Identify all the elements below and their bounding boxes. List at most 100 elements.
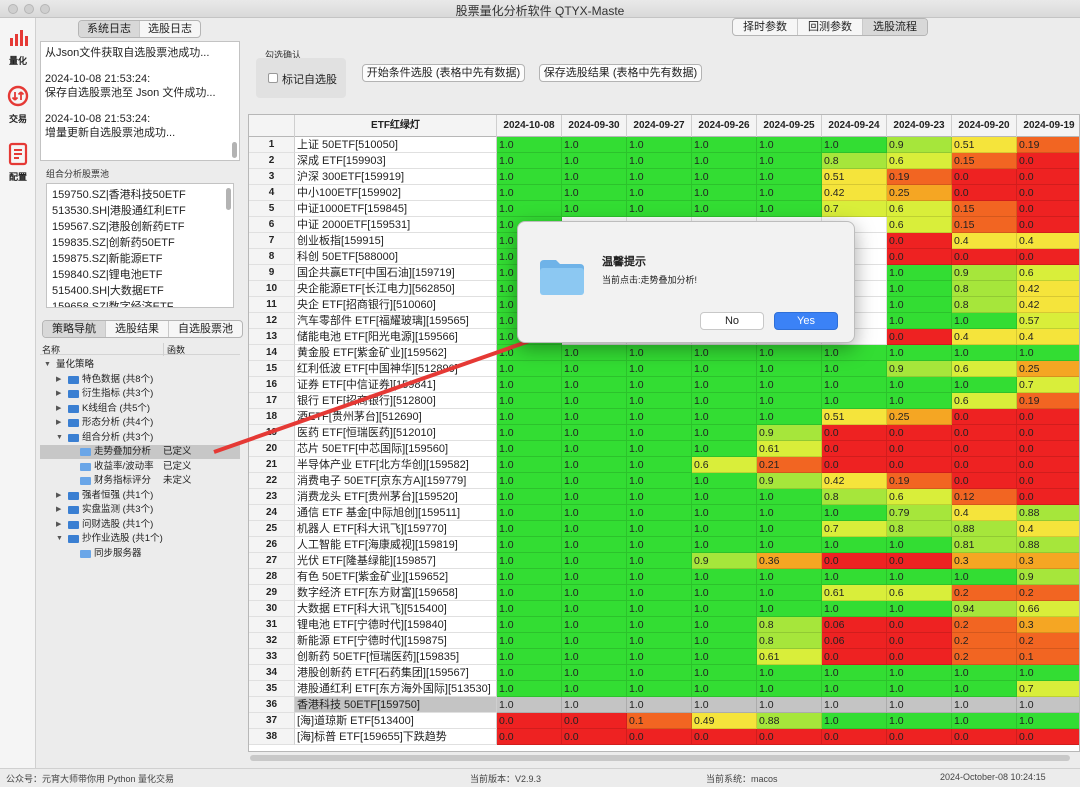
signal-cell[interactable]: 0.0	[1017, 729, 1079, 745]
signal-cell[interactable]: 1.0	[627, 665, 692, 681]
signal-cell[interactable]: 0.6	[887, 489, 952, 505]
signal-cell[interactable]: 1.0	[562, 681, 627, 697]
etf-name-cell[interactable]: 国企共赢ETF[中国石油][159719]	[295, 265, 497, 281]
signal-cell[interactable]: 1.0	[757, 201, 822, 217]
tree-node[interactable]: ▶ 形态分析 (共4个)	[40, 416, 240, 430]
signal-cell[interactable]: 1.0	[627, 153, 692, 169]
signal-cell[interactable]: 1.0	[562, 697, 627, 713]
row-number[interactable]: 12	[249, 313, 295, 329]
signal-cell[interactable]: 1.0	[497, 169, 562, 185]
etf-name-cell[interactable]: 上证 50ETF[510050]	[295, 137, 497, 153]
row-number[interactable]: 13	[249, 329, 295, 345]
signal-cell[interactable]: 0.9	[757, 473, 822, 489]
signal-cell[interactable]: 1.0	[757, 505, 822, 521]
signal-cell[interactable]: 1.0	[627, 425, 692, 441]
signal-cell[interactable]: 1.0	[692, 649, 757, 665]
signal-cell[interactable]: 1.0	[497, 601, 562, 617]
table-row[interactable]: 25 机器人 ETF[科大讯飞][159770] 1.0 1.0 1.0 1.0 1.0 0.…	[249, 521, 1079, 537]
signal-cell[interactable]: 1.0	[562, 137, 627, 153]
signal-cell[interactable]: 1.0	[887, 281, 952, 297]
etf-name-cell[interactable]: 储能电池 ETF[阳光电源][159566]	[295, 329, 497, 345]
tab-select-flow[interactable]: 选股流程	[863, 19, 927, 35]
mark-watchlist-label[interactable]: 标记自选股	[282, 71, 337, 87]
signal-cell[interactable]: 1.0	[1017, 697, 1079, 713]
signal-cell[interactable]: 1.0	[562, 153, 627, 169]
signal-cell[interactable]: 1.0	[692, 425, 757, 441]
signal-cell[interactable]: 1.0	[497, 137, 562, 153]
signal-cell[interactable]: 1.0	[822, 377, 887, 393]
signal-cell[interactable]: 0.12	[952, 489, 1017, 505]
table-row[interactable]: 23 消费龙头 ETF[贵州茅台][159520] 1.0 1.0 1.0 1.0 1.0 0…	[249, 489, 1079, 505]
signal-cell[interactable]: 0.0	[952, 169, 1017, 185]
signal-cell[interactable]: 1.0	[497, 345, 562, 361]
signal-cell[interactable]: 0.81	[952, 537, 1017, 553]
signal-cell[interactable]: 0.0	[887, 425, 952, 441]
nav-config[interactable]: 配置	[0, 142, 36, 183]
signal-cell[interactable]: 0.2	[1017, 633, 1079, 649]
signal-cell[interactable]: 0.1	[1017, 649, 1079, 665]
signal-cell[interactable]: 1.0	[497, 425, 562, 441]
table-row[interactable]: 1 上证 50ETF[510050] 1.0 1.0 1.0 1.0 1.0 1.0 0.9 0.…	[249, 137, 1079, 153]
signal-cell[interactable]: 0.0	[1017, 457, 1079, 473]
signal-cell[interactable]: 1.0	[562, 489, 627, 505]
signal-cell[interactable]: 0.9	[757, 425, 822, 441]
etf-name-cell[interactable]: 银行 ETF[招商银行][512800]	[295, 393, 497, 409]
signal-cell[interactable]: 0.6	[887, 217, 952, 233]
signal-cell[interactable]: 1.0	[562, 377, 627, 393]
signal-cell[interactable]: 0.61	[822, 585, 887, 601]
signal-cell[interactable]: 0.0	[887, 633, 952, 649]
row-number[interactable]: 31	[249, 617, 295, 633]
signal-cell[interactable]: 1.0	[887, 601, 952, 617]
row-number[interactable]: 16	[249, 377, 295, 393]
chevron-down-icon[interactable]: ▼	[56, 532, 63, 546]
signal-cell[interactable]: 1.0	[627, 521, 692, 537]
signal-cell[interactable]: 0.0	[1017, 217, 1079, 233]
signal-cell[interactable]: 1.0	[822, 137, 887, 153]
signal-cell[interactable]: 1.0	[822, 537, 887, 553]
etf-name-cell[interactable]: 酒ETF[贵州茅台][512690]	[295, 409, 497, 425]
signal-cell[interactable]: 0.06	[822, 617, 887, 633]
signal-cell[interactable]: 1.0	[952, 713, 1017, 729]
signal-cell[interactable]: 0.42	[822, 185, 887, 201]
signal-cell[interactable]: 1.0	[562, 601, 627, 617]
signal-cell[interactable]: 0.0	[497, 713, 562, 729]
signal-cell[interactable]: 1.0	[562, 569, 627, 585]
table-row[interactable]: 15 红利低波 ETF[中国神华][512890] 1.0 1.0 1.0 1.0 1.0 1…	[249, 361, 1079, 377]
signal-cell[interactable]: 1.0	[627, 697, 692, 713]
signal-cell[interactable]: 1.0	[757, 585, 822, 601]
signal-cell[interactable]: 0.4	[952, 329, 1017, 345]
signal-cell[interactable]: 0.0	[627, 729, 692, 745]
signal-cell[interactable]: 0.8	[822, 153, 887, 169]
signal-cell[interactable]: 1.0	[562, 441, 627, 457]
log-scrollbar[interactable]	[232, 142, 237, 158]
row-number[interactable]: 24	[249, 505, 295, 521]
signal-cell[interactable]: 0.0	[562, 713, 627, 729]
etf-name-cell[interactable]: 汽车零部件 ETF[福耀玻璃][159565]	[295, 313, 497, 329]
signal-cell[interactable]: 0.0	[887, 329, 952, 345]
signal-cell[interactable]: 0.0	[1017, 185, 1079, 201]
signal-cell[interactable]: 1.0	[757, 409, 822, 425]
table-row[interactable]: 31 锂电池 ETF[宁德时代][159840] 1.0 1.0 1.0 1.0 0.8 0.…	[249, 617, 1079, 633]
signal-cell[interactable]: 1.0	[952, 665, 1017, 681]
signal-cell[interactable]: 1.0	[562, 169, 627, 185]
tree-node[interactable]: ▶ 问财选股 (共1个)	[40, 518, 240, 532]
row-number[interactable]: 25	[249, 521, 295, 537]
signal-cell[interactable]: 0.0	[887, 729, 952, 745]
signal-cell[interactable]: 0.0	[497, 729, 562, 745]
etf-name-cell[interactable]: 中小100ETF[159902]	[295, 185, 497, 201]
signal-cell[interactable]: 0.9	[692, 553, 757, 569]
signal-cell[interactable]: 0.19	[887, 473, 952, 489]
signal-cell[interactable]: 0.36	[757, 553, 822, 569]
table-header-date[interactable]: 2024-09-24	[822, 115, 887, 137]
signal-cell[interactable]: 0.42	[1017, 297, 1079, 313]
signal-cell[interactable]: 0.0	[952, 409, 1017, 425]
row-number[interactable]: 30	[249, 601, 295, 617]
etf-name-cell[interactable]: 科创 50ETF[588000]	[295, 249, 497, 265]
chevron-right-icon[interactable]: ▶	[56, 373, 61, 387]
signal-cell[interactable]: 1.0	[497, 393, 562, 409]
table-row[interactable]: 4 中小100ETF[159902] 1.0 1.0 1.0 1.0 1.0 0.42 0.25…	[249, 185, 1079, 201]
etf-name-cell[interactable]: 芯片 50ETF[中芯国际][159560]	[295, 441, 497, 457]
signal-cell[interactable]: 0.6	[887, 201, 952, 217]
row-number[interactable]: 5	[249, 201, 295, 217]
table-row[interactable]: 14 黄金股 ETF[紫金矿业][159562] 1.0 1.0 1.0 1.0 1.0 1.…	[249, 345, 1079, 361]
